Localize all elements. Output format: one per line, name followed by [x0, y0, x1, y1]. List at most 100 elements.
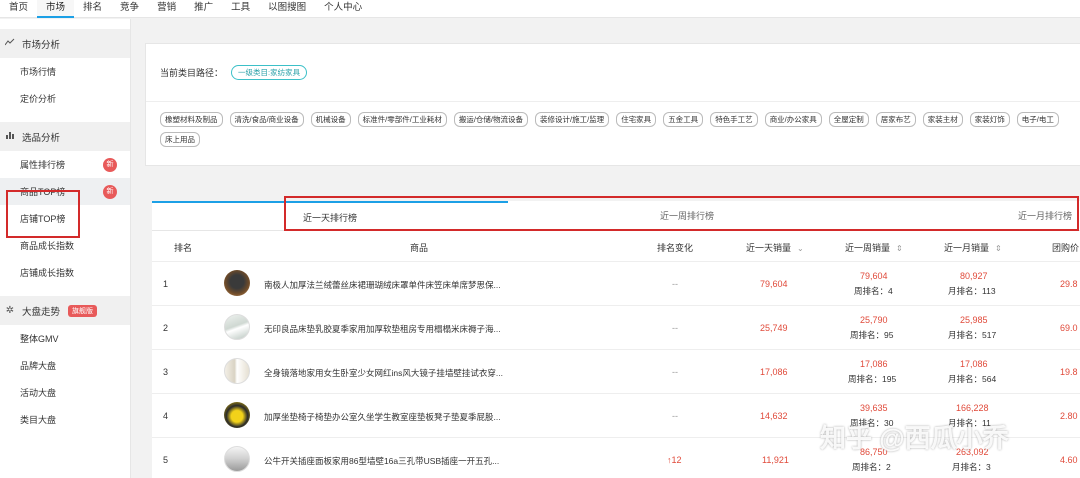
category-chip[interactable]: 搬运/仓储/物流设备	[453, 112, 529, 127]
category-chip[interactable]: 家装灯饰	[969, 112, 1010, 127]
product-name[interactable]: 加厚坐垫椅子椅垫办公室久坐学生教室座垫板凳子垫夏季屁股...	[264, 411, 501, 423]
nav-image-search[interactable]: 以图搜图	[259, 0, 315, 18]
group-price: 19.8	[1060, 367, 1078, 377]
day-sales: 14,632	[760, 411, 788, 421]
product-name[interactable]: 公牛开关插座面板家用86型墙壁16a三孔带USB插座一开五孔...	[264, 455, 499, 467]
nav-competition[interactable]: 竞争	[111, 0, 148, 18]
table-row[interactable]: 2 无印良品床垫乳胶夏季家用加厚软垫租房专用榻榻米床褥子海... -- 25,7…	[152, 305, 1080, 349]
group-price: 29.8	[1060, 279, 1078, 289]
sidebar-item-brand-market[interactable]: 品牌大盘	[0, 352, 130, 379]
nav-promotion[interactable]: 推广	[185, 0, 222, 18]
col-month-sales[interactable]: 近一月销量 ⇕	[944, 241, 1002, 254]
category-path: 当前类目路径： 一级类目:家纺家具	[160, 65, 308, 80]
sidebar-item-shop-top[interactable]: 店铺TOP榜	[0, 205, 130, 232]
month-rank: 月排名：564	[948, 374, 997, 384]
nav-home[interactable]: 首页	[0, 0, 37, 18]
sidebar-item-category-market[interactable]: 类目大盘	[0, 406, 130, 433]
rank-change-value: 12	[671, 455, 682, 465]
sidebar-item-activity-market[interactable]: 活动大盘	[0, 379, 130, 406]
tab-week-ranking[interactable]: 近一周排行榜	[622, 201, 752, 231]
category-chip[interactable]: 特色手工艺	[710, 112, 758, 127]
week-sales: 17,086	[860, 359, 888, 369]
category-chip[interactable]: 机械设备	[310, 112, 351, 127]
category-chip[interactable]: 装修设计/施工/监理	[535, 112, 610, 127]
month-sales: 166,228	[956, 403, 989, 413]
nav-marketing[interactable]: 营销	[148, 0, 185, 18]
col-rank: 排名	[174, 243, 193, 253]
sidebar-item-attribute-ranking[interactable]: 属性排行榜 新	[0, 151, 130, 178]
table-row[interactable]: 5 公牛开关插座面板家用86型墙壁16a三孔带USB插座一开五孔... ↑12 …	[152, 437, 1080, 478]
sidebar-item-market-trend[interactable]: 市场行情	[0, 58, 130, 85]
week-rank: 周排名：2	[852, 462, 891, 472]
sidebar-group-market-trend[interactable]: ✲ 大盘走势 旗舰版	[0, 296, 130, 325]
week-sales: 25,790	[860, 315, 888, 325]
category-chip[interactable]: 标准件/零部件/工业耗材	[357, 112, 447, 127]
sidebar-item-label: 定价分析	[20, 94, 57, 104]
day-sales: 11,921	[762, 455, 789, 465]
nav-ranking[interactable]: 排名	[74, 0, 111, 18]
category-chip[interactable]: 住宅家具	[616, 112, 657, 127]
tab-day-ranking[interactable]: 近一天排行榜	[152, 201, 508, 231]
sidebar-item-product-top[interactable]: 商品TOP榜 新	[0, 178, 130, 205]
sort-desc-icon[interactable]: ⌄	[797, 244, 804, 253]
sidebar-item-total-gmv[interactable]: 整体GMV	[0, 325, 130, 352]
sidebar-group-product-selection[interactable]: 选品分析	[0, 122, 130, 151]
sidebar-item-label: 店铺成长指数	[20, 268, 75, 278]
product-thumbnail[interactable]	[224, 314, 250, 340]
sidebar-item-pricing[interactable]: 定价分析	[0, 85, 130, 112]
product-name[interactable]: 全身镜落地家用女生卧室少女网红ins风大镜子挂墙壁挂试衣穿...	[264, 367, 503, 379]
category-chip[interactable]: 家装主材	[922, 112, 963, 127]
category-chip[interactable]: 床上用品	[160, 132, 200, 147]
sidebar-item-shop-growth[interactable]: 店铺成长指数	[0, 259, 130, 286]
day-sales: 79,604	[760, 279, 788, 289]
product-name[interactable]: 无印良品床垫乳胶夏季家用加厚软垫租房专用榻榻米床褥子海...	[264, 323, 501, 335]
product-thumbnail[interactable]	[224, 402, 250, 428]
pinwheel-icon: ✲	[5, 305, 15, 316]
table-row[interactable]: 1 南极人加厚法兰绒蕾丝床裙珊瑚绒床罩单件床笠床单席梦思保... -- 79,6…	[152, 261, 1080, 305]
category-path-tag[interactable]: 一级类目:家纺家具	[231, 65, 308, 80]
product-thumbnail[interactable]	[224, 446, 250, 472]
rank-change: --	[672, 367, 678, 377]
category-chip[interactable]: 电子/电工	[1016, 112, 1059, 127]
sort-icon[interactable]: ⇕	[995, 244, 1002, 253]
row-rank: 1	[163, 279, 169, 289]
category-chip[interactable]: 橡塑材料及制品	[160, 112, 223, 127]
nav-profile[interactable]: 个人中心	[315, 0, 371, 18]
category-path-label: 当前类目路径：	[160, 68, 224, 78]
sidebar-item-product-growth[interactable]: 商品成长指数	[0, 232, 130, 259]
sidebar-group-label: 选品分析	[22, 132, 61, 144]
sidebar-group-market-analysis[interactable]: 市场分析	[0, 29, 130, 58]
col-day-sales[interactable]: 近一天销量 ⌄	[746, 241, 804, 254]
category-chip[interactable]: 清洗/食品/商业设备	[229, 112, 304, 127]
group-price: 2.80	[1060, 411, 1078, 421]
nav-market[interactable]: 市场	[37, 0, 75, 18]
rank-change: --	[672, 411, 678, 421]
sort-icon[interactable]: ⇕	[896, 244, 903, 253]
category-chip[interactable]: 居家布艺	[875, 112, 916, 127]
product-name[interactable]: 南极人加厚法兰绒蕾丝床裙珊瑚绒床罩单件床笠床单席梦思保...	[264, 279, 501, 291]
sidebar-item-label: 整体GMV	[20, 334, 59, 344]
group-price: 4.60	[1060, 455, 1078, 465]
day-sales: 25,749	[760, 323, 788, 333]
sidebar: 市场分析 市场行情 定价分析 选品分析 属性排行榜 新 商品TOP榜 新 店铺T…	[0, 19, 131, 478]
table-row[interactable]: 4 加厚坐垫椅子椅垫办公室久坐学生教室座垫板凳子垫夏季屁股... -- 14,6…	[152, 393, 1080, 437]
week-rank: 周排名：4	[854, 286, 893, 296]
col-week-sales[interactable]: 近一周销量 ⇕	[845, 241, 903, 254]
table-row[interactable]: 3 全身镜落地家用女生卧室少女网红ins风大镜子挂墙壁挂试衣穿... -- 17…	[152, 349, 1080, 393]
product-thumbnail[interactable]	[224, 270, 250, 296]
category-chip[interactable]: 五金工具	[663, 112, 704, 127]
week-rank: 周排名：30	[850, 418, 894, 428]
product-thumbnail[interactable]	[224, 358, 250, 384]
new-badge: 新	[103, 158, 117, 172]
category-panel: 当前类目路径： 一级类目:家纺家具 橡塑材料及制品 清洗/食品/商业设备 机械设备标…	[145, 43, 1080, 166]
category-chip[interactable]: 全屋定制	[828, 112, 869, 127]
nav-tools[interactable]: 工具	[222, 0, 259, 18]
ranking-tabs: 近一天排行榜 近一周排行榜 近一月排行榜	[152, 201, 1080, 231]
sidebar-group-label: 市场分析	[22, 39, 61, 51]
tab-month-ranking[interactable]: 近一月排行榜	[992, 201, 1080, 231]
month-rank: 月排名：517	[948, 330, 997, 340]
week-sales: 39,635	[860, 403, 888, 413]
rank-change: --	[672, 323, 678, 333]
category-chip[interactable]: 商业/办公家具	[764, 112, 822, 127]
day-sales: 17,086	[760, 367, 788, 377]
